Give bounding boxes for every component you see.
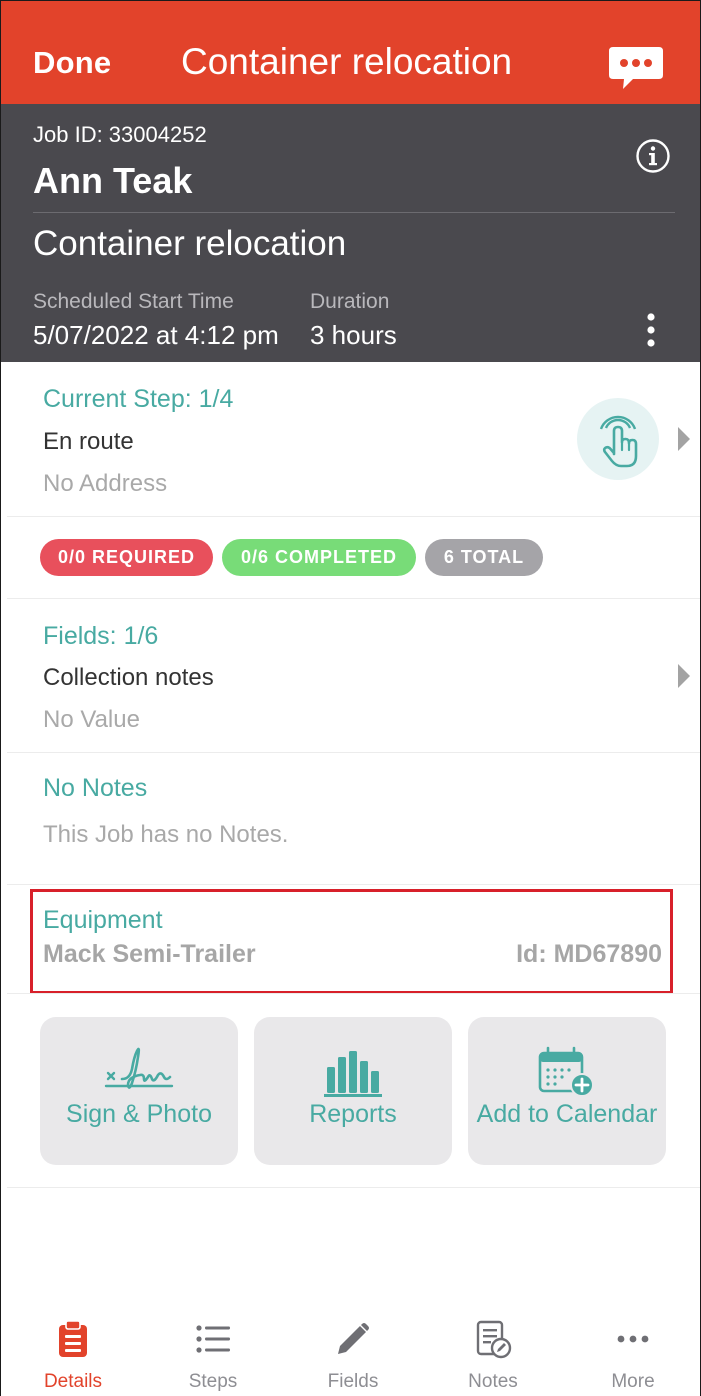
header-divider — [33, 212, 675, 213]
ellipsis-icon — [617, 1335, 649, 1343]
divider — [7, 993, 700, 994]
divider — [7, 516, 700, 517]
navigation-bar: Done Container relocation — [1, 1, 700, 104]
tap-hand-icon — [599, 415, 638, 468]
info-icon — [636, 139, 670, 173]
signature-icon — [104, 1047, 174, 1089]
customer-name: Ann Teak — [33, 160, 193, 201]
more-options-button[interactable] — [637, 312, 665, 348]
list-icon — [196, 1325, 230, 1353]
equipment-id: Id: MD67890 — [516, 940, 662, 968]
bar-chart-icon — [324, 1051, 382, 1097]
notes-text: This Job has no Notes. — [43, 821, 289, 848]
fields-heading: Fields: 1/6 — [43, 622, 159, 650]
job-details-screen: Done Container relocation Job ID: 330042… — [0, 0, 701, 1396]
tab-notes-label: Notes — [468, 1371, 518, 1392]
tab-steps-label: Steps — [188, 1371, 238, 1392]
chat-bubble-icon — [609, 47, 663, 89]
field-name: Collection notes — [43, 664, 214, 691]
tab-notes[interactable]: Notes — [423, 1303, 563, 1396]
clipboard-icon — [59, 1320, 87, 1357]
tab-details-label: Details — [43, 1371, 103, 1392]
divider — [7, 752, 700, 753]
divider — [7, 598, 700, 599]
divider — [7, 1187, 700, 1188]
done-button[interactable]: Done — [33, 45, 111, 81]
total-badge: 6 TOTAL — [425, 539, 543, 576]
pencil-icon — [338, 1323, 369, 1354]
duration-value: 3 hours — [310, 320, 397, 350]
job-header: Job ID: 33004252 Ann Teak Container relo… — [1, 104, 700, 362]
step-action-button[interactable] — [577, 398, 659, 480]
tab-more[interactable]: More — [563, 1303, 700, 1396]
notes-heading: No Notes — [43, 774, 148, 802]
nav-title: Container relocation — [181, 41, 513, 82]
job-title: Container relocation — [33, 224, 347, 263]
scheduled-start-label: Scheduled Start Time — [33, 290, 234, 313]
current-step-address: No Address — [43, 470, 168, 497]
current-step-heading: Current Step: 1/4 — [43, 385, 234, 413]
equipment-heading: Equipment — [43, 906, 163, 934]
chat-button[interactable] — [607, 45, 665, 93]
tab-details[interactable]: Details — [3, 1303, 143, 1396]
equipment-name: Mack Semi-Trailer — [43, 940, 256, 968]
add-to-calendar-button[interactable]: Add to Calendar — [468, 1017, 666, 1165]
current-step-name: En route — [43, 428, 134, 455]
tab-steps[interactable]: Steps — [143, 1303, 283, 1396]
tab-fields[interactable]: Fields — [283, 1303, 423, 1396]
sign-photo-button[interactable]: Sign & Photo — [40, 1017, 238, 1165]
field-value: No Value — [43, 706, 140, 733]
add-to-calendar-label: Add to Calendar — [476, 1100, 658, 1128]
vertical-ellipsis-icon — [647, 313, 655, 347]
job-id: Job ID: 33004252 — [33, 122, 207, 147]
notes-icon — [476, 1320, 512, 1359]
reports-label: Reports — [309, 1100, 397, 1128]
reports-button[interactable]: Reports — [254, 1017, 452, 1165]
tab-more-label: More — [611, 1371, 655, 1392]
chevron-right-icon — [678, 664, 690, 688]
calendar-add-icon — [538, 1046, 594, 1097]
tab-fields-label: Fields — [327, 1371, 379, 1392]
tab-bar: Details Steps Fields Notes More — [1, 1303, 700, 1396]
info-button[interactable] — [635, 138, 671, 174]
duration-label: Duration — [310, 290, 390, 313]
required-badge: 0/0 REQUIRED — [40, 539, 213, 576]
chevron-right-icon — [678, 427, 690, 451]
scheduled-start-value: 5/07/2022 at 4:12 pm — [33, 320, 279, 350]
completed-badge: 0/6 COMPLETED — [222, 539, 416, 576]
divider — [7, 884, 700, 885]
sign-photo-label: Sign & Photo — [66, 1100, 212, 1128]
